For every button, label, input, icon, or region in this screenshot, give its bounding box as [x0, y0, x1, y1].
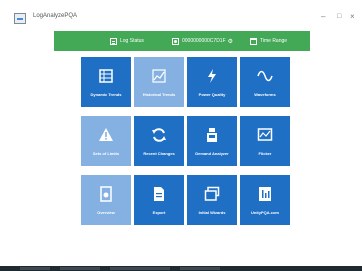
taskbar-item[interactable] — [60, 267, 100, 270]
tile-sets-of-limits[interactable]: Sets of Limits — [81, 116, 131, 166]
tile-dynamic-trends[interactable]: Dynamic Trends — [81, 57, 131, 107]
tile-website[interactable]: UnityPQA.com — [240, 175, 290, 225]
status-bar: Log Status 0000000000C7D1F ⚙ Time Range — [54, 31, 310, 51]
tile-recent-changes[interactable]: Recent Changes — [134, 116, 184, 166]
tile-label: Initial Wizards — [198, 210, 226, 215]
monitor-icon — [257, 128, 273, 141]
meter-icon — [207, 128, 217, 142]
minimize-button[interactable]: – — [321, 12, 325, 22]
window-icon — [204, 186, 220, 201]
gear-icon[interactable]: ⚙ — [228, 38, 233, 45]
window-title: LogAnalyzePQA — [33, 13, 78, 19]
tile-waveforms[interactable]: Waveforms — [240, 57, 290, 107]
tile-grid: Dynamic Trends Historical Trends Power Q… — [81, 57, 291, 225]
tile-label: Overview — [97, 210, 115, 215]
warning-icon — [99, 128, 113, 141]
tile-label: Power Quality — [198, 92, 226, 97]
tile-label: Export — [152, 210, 166, 215]
device-button[interactable]: 0000000000C7D1F ⚙ — [172, 36, 233, 46]
close-button[interactable]: × — [350, 12, 355, 22]
refresh-icon — [152, 128, 166, 142]
tile-historical-trends[interactable]: Historical Trends — [134, 57, 184, 107]
device-id: 0000000000C7D1F — [182, 38, 226, 44]
tile-label: Waveforms — [254, 92, 276, 97]
time-range-label: Time Range — [260, 38, 288, 44]
time-range-button[interactable]: Time Range — [250, 36, 287, 46]
document-icon — [100, 186, 112, 202]
tile-label: Recent Changes — [143, 151, 175, 156]
app-window: LogAnalyzePQA – □ × Log Status 000000000… — [10, 8, 355, 266]
table-icon — [99, 69, 113, 83]
taskbar-item[interactable] — [110, 267, 170, 270]
taskbar-item[interactable] — [180, 267, 220, 270]
calendar-icon — [250, 37, 257, 45]
maximize-button[interactable]: □ — [337, 12, 341, 22]
tile-export[interactable]: Export — [134, 175, 184, 225]
log-icon — [110, 37, 117, 45]
web-icon — [259, 187, 271, 201]
tile-label: Dynamic Trends — [90, 92, 122, 97]
tile-demand-analyzer[interactable]: Demand Analyzer — [187, 116, 237, 166]
tile-initial-wizards[interactable]: Initial Wizards — [187, 175, 237, 225]
tile-label: Flicker — [258, 151, 272, 156]
title-bar: LogAnalyzePQA – □ × — [10, 8, 355, 28]
tile-label: UnityPQA.com — [250, 210, 279, 215]
tile-overview[interactable]: Overview — [81, 175, 131, 225]
log-status-label: Log Status — [120, 38, 144, 44]
wave-icon — [257, 70, 273, 82]
taskbar-item[interactable] — [20, 267, 50, 270]
tile-label: Demand Analyzer — [195, 151, 229, 156]
device-icon — [172, 37, 179, 45]
bolt-icon — [208, 69, 216, 83]
tile-power-quality[interactable]: Power Quality — [187, 57, 237, 107]
app-logo-icon — [14, 13, 26, 24]
chart-icon — [152, 69, 166, 83]
tile-label: Sets of Limits — [92, 151, 120, 156]
taskbar — [0, 266, 362, 271]
tile-flicker[interactable]: Flicker — [240, 116, 290, 166]
export-icon — [154, 187, 164, 201]
tile-label: Historical Trends — [142, 92, 176, 97]
log-status-button[interactable]: Log Status — [110, 36, 144, 46]
